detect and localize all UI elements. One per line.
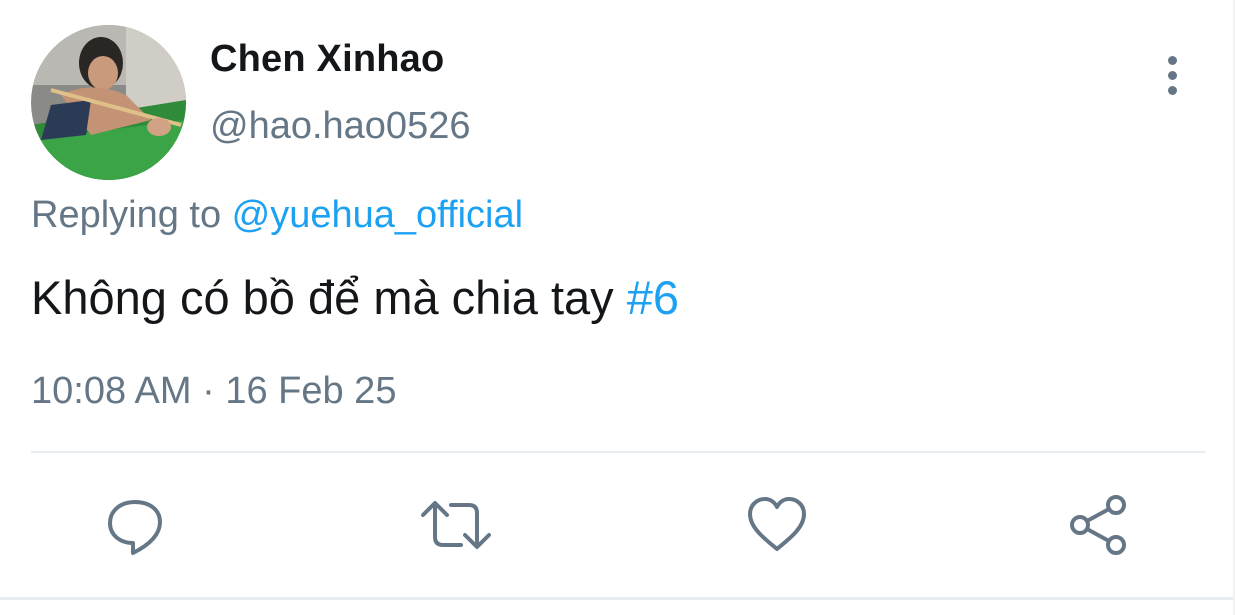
retweet-icon bbox=[421, 501, 491, 549]
avatar[interactable] bbox=[31, 25, 186, 180]
tweet-detail: Chen Xinhao @hao.hao0526 Replying to @yu… bbox=[0, 0, 1235, 615]
tweet-timestamp[interactable]: 10:08 AM · 16 Feb 25 bbox=[31, 370, 396, 413]
reply-icon bbox=[108, 500, 162, 555]
action-bar bbox=[0, 485, 1235, 565]
like-icon bbox=[748, 497, 806, 551]
more-dot-icon bbox=[1167, 55, 1177, 65]
hashtag-link[interactable]: #6 bbox=[627, 271, 679, 324]
replying-to: Replying to @yuehua_official bbox=[31, 194, 523, 237]
share-icon bbox=[1070, 495, 1126, 555]
user-handle[interactable]: @hao.hao0526 bbox=[210, 105, 470, 148]
avatar-photo bbox=[31, 25, 186, 180]
tweet-body: Không có bồ để mà chia tay bbox=[31, 271, 627, 324]
more-dot-icon bbox=[1167, 85, 1177, 95]
reply-mention-link[interactable]: @yuehua_official bbox=[232, 194, 523, 236]
bottom-divider bbox=[0, 597, 1235, 600]
share-button[interactable] bbox=[1059, 485, 1139, 565]
display-name[interactable]: Chen Xinhao bbox=[210, 38, 444, 81]
replying-to-label: Replying to bbox=[31, 194, 232, 236]
divider bbox=[31, 451, 1205, 453]
more-dot-icon bbox=[1167, 70, 1177, 80]
like-button[interactable] bbox=[737, 485, 817, 565]
tweet-text: Không có bồ để mà chia tay #6 bbox=[31, 270, 679, 325]
reply-button[interactable] bbox=[95, 485, 175, 565]
more-options-button[interactable] bbox=[1150, 50, 1194, 100]
retweet-button[interactable] bbox=[416, 485, 496, 565]
